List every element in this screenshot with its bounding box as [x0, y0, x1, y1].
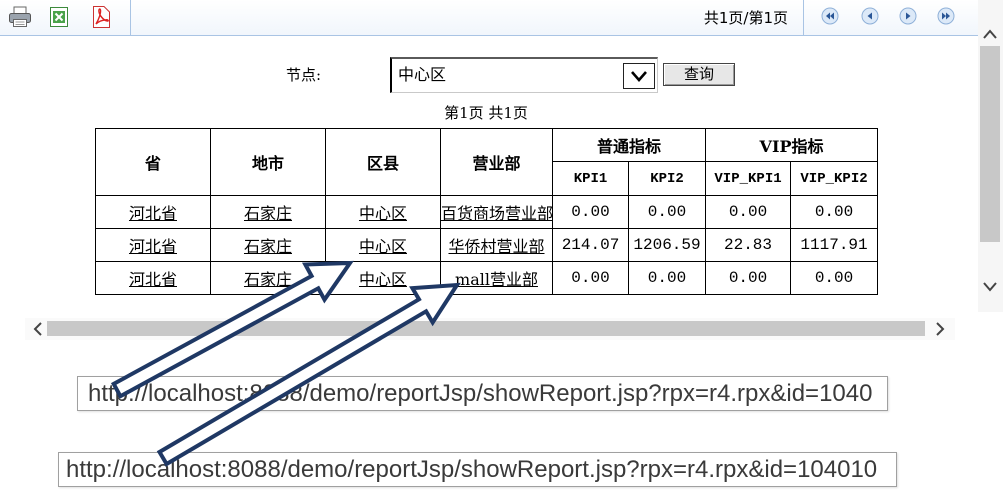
first-page-icon[interactable]: [821, 7, 839, 25]
horizontal-scroll-thumb[interactable]: [47, 321, 925, 336]
header-city: 地市: [210, 128, 326, 196]
city-link[interactable]: 石家庄: [244, 237, 292, 256]
page-status: 第1页 共1页: [444, 104, 528, 122]
vertical-scrollbar[interactable]: [978, 0, 1003, 312]
cell-province: 河北省: [95, 195, 211, 229]
branch-link[interactable]: 百货商场营业部: [442, 204, 552, 223]
dropdown-button[interactable]: [623, 63, 655, 89]
scroll-up-icon[interactable]: [982, 27, 998, 41]
header-normal-group: 普通指标: [551, 128, 707, 162]
page-info: 共1页/第1页: [703, 9, 788, 27]
cell-vip-kpi1: 0.00: [705, 261, 792, 295]
report-table: 省 地市 区县 营业部 普通指标 VIP指标 KPI1 KPI2 VIP_KPI…: [95, 128, 879, 295]
cell-district: 中心区: [325, 261, 441, 295]
node-select-value: 中心区: [398, 65, 447, 84]
annotation-url-branch: http://localhost:8088/demo/reportJsp/sho…: [58, 452, 897, 487]
table-row: 河北省 石家庄 中心区 mall营业部 0.00 0.00 0.00 0.00: [95, 261, 879, 295]
scroll-right-icon[interactable]: [933, 321, 947, 337]
city-link[interactable]: 石家庄: [244, 270, 292, 289]
scroll-down-icon[interactable]: [982, 280, 998, 294]
toolbar-separator: [803, 0, 804, 35]
excel-icon[interactable]: [48, 6, 70, 28]
cell-kpi2: 1206.59: [627, 228, 707, 262]
cell-province: 河北省: [95, 261, 211, 295]
cell-vip-kpi1: 22.83: [705, 228, 792, 262]
header-vip-group: VIP指标: [705, 128, 879, 162]
province-link[interactable]: 河北省: [129, 237, 177, 256]
cell-vip-kpi1: 0.00: [705, 195, 792, 229]
cell-kpi1: 214.07: [552, 228, 629, 262]
last-page-icon[interactable]: [937, 7, 955, 25]
province-link[interactable]: 河北省: [129, 270, 177, 289]
report-toolbar: 共1页/第1页: [0, 0, 978, 36]
header-vip-kpi2: VIP_KPI2: [790, 161, 879, 196]
header-branch: 营业部: [440, 128, 553, 196]
cell-kpi2: 0.00: [627, 261, 707, 295]
prev-page-icon[interactable]: [861, 7, 879, 25]
district-link[interactable]: 中心区: [359, 204, 407, 223]
cell-vip-kpi2: 1117.91: [790, 228, 879, 262]
cell-kpi2: 0.00: [627, 195, 707, 229]
branch-link[interactable]: 华侨村营业部: [448, 237, 544, 256]
province-link[interactable]: 河北省: [129, 204, 177, 223]
district-link[interactable]: 中心区: [359, 270, 407, 289]
branch-link[interactable]: mall营业部: [455, 270, 538, 289]
scroll-left-icon[interactable]: [31, 321, 45, 337]
annotation-url-district: http://localhost:8088/demo/reportJsp/sho…: [77, 376, 888, 411]
horizontal-scrollbar[interactable]: [25, 318, 955, 340]
header-vip-kpi1: VIP_KPI1: [705, 161, 792, 196]
header-province: 省: [95, 128, 211, 196]
vertical-scroll-thumb[interactable]: [980, 46, 1000, 242]
header-row: 省 地市 区县 营业部 普通指标 VIP指标: [95, 128, 879, 196]
cell-branch: 华侨村营业部: [440, 228, 553, 262]
annotation-arrow-branch: [156, 282, 461, 467]
node-select[interactable]: 中心区: [390, 57, 658, 93]
cell-kpi1: 0.00: [552, 261, 629, 295]
cell-district: 中心区: [325, 228, 441, 262]
cell-province: 河北省: [95, 228, 211, 262]
city-link[interactable]: 石家庄: [244, 204, 292, 223]
cell-district: 中心区: [325, 195, 441, 229]
chevron-down-icon: [631, 71, 647, 82]
header-district: 区县: [325, 128, 441, 196]
cell-city: 石家庄: [210, 228, 326, 262]
cell-kpi1: 0.00: [552, 195, 629, 229]
header-kpi1: KPI1: [552, 161, 629, 196]
district-link[interactable]: 中心区: [359, 237, 407, 256]
cell-vip-kpi2: 0.00: [790, 195, 879, 229]
toolbar-separator: [130, 0, 131, 35]
table-row: 河北省 石家庄 中心区 华侨村营业部 214.07 1206.59 22.83 …: [95, 228, 879, 262]
query-button[interactable]: 查询: [663, 63, 735, 86]
cell-city: 石家庄: [210, 261, 326, 295]
table-row: 河北省 石家庄 中心区 百货商场营业部 0.00 0.00 0.00 0.00: [95, 195, 879, 229]
cell-branch: 百货商场营业部: [440, 195, 553, 229]
cell-vip-kpi2: 0.00: [790, 261, 879, 295]
printer-icon[interactable]: [8, 6, 32, 28]
node-label: 节点:: [286, 66, 322, 84]
cell-city: 石家庄: [210, 195, 326, 229]
next-page-icon[interactable]: [899, 7, 917, 25]
header-kpi2: KPI2: [627, 161, 707, 196]
cell-branch: mall营业部: [440, 261, 553, 295]
pdf-icon[interactable]: [90, 5, 112, 29]
